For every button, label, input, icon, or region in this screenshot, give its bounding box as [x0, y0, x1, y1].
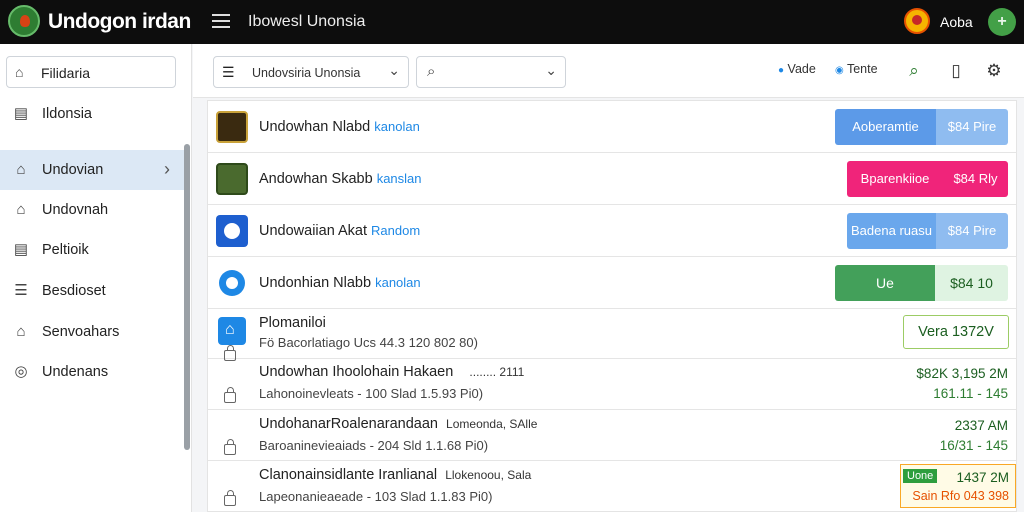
row-title: Undonhian Nlabb kanolan	[259, 275, 421, 291]
sidebar-item-undenans[interactable]: ◎ Undenans	[0, 352, 186, 392]
search-icon: ⌕	[427, 63, 436, 80]
row-subtitle: Lahonoinevleats - 100 Slad 1.5.93 Pi0)	[259, 386, 484, 401]
row-title: Undowhan Ihoolohain Hakaen ........ 2111	[259, 364, 525, 380]
chevron-right-icon: ›	[164, 159, 170, 179]
amount: 1437 2M	[956, 470, 1009, 485]
page-title: Ibowesl Unonsia	[248, 13, 366, 30]
sidebar-item-label: Peltioik	[42, 242, 89, 258]
hamburger-menu-icon[interactable]	[212, 14, 230, 28]
list-item[interactable]: Andowhan Skabb kanslan Bparenkiioe $84 R…	[208, 153, 1016, 205]
sidebar-item-undovnah[interactable]: ⌂ Undovnah	[0, 190, 186, 230]
lock-icon	[224, 490, 236, 506]
row-subtitle: Fö Bacorlatiago Ucs 44.3 120 802 80)	[259, 335, 478, 350]
sidebar-item-label: Ildonsia	[42, 106, 92, 122]
app-logo	[8, 5, 40, 37]
sidebar-search-value: Filidaria	[41, 65, 91, 81]
sidebar-scrollbar[interactable]	[184, 144, 190, 450]
view-select-value: Undovsiria Unonsia	[252, 66, 361, 80]
filter-vade-button[interactable]: ● Vade	[778, 62, 816, 76]
sidebar-item-label: Senvoahars	[42, 324, 120, 340]
bookmark-icon[interactable]: ▯	[945, 60, 967, 82]
sidebar-item-besdioset[interactable]: ☰ Besdioset	[0, 271, 186, 311]
home-icon: ⌂	[15, 64, 24, 80]
calendar-icon: ▤	[13, 105, 29, 122]
app-thumbnail	[216, 267, 248, 299]
row-subtitle: Lapeonanieaeade - 103 Slad 1.1.83 Pi0)	[259, 489, 493, 504]
dot-icon: ●	[778, 65, 785, 76]
filter-toolbar: ☰ Undovsiria Unonsia ⌄ ⌕ ⌄ ● Vade ◉ Tent…	[193, 44, 1024, 98]
lock-icon	[224, 387, 236, 403]
dot-icon: ◉	[835, 65, 844, 76]
app-thumbnail	[216, 215, 248, 247]
filter-tente-button[interactable]: ◉ Tente	[835, 62, 878, 76]
view-select[interactable]: ☰ Undovsiria Unonsia ⌄	[213, 56, 409, 88]
sidebar-item-peltioik[interactable]: ▤ Peltioik	[0, 230, 186, 270]
list-icon: ☰	[222, 64, 235, 80]
chevron-down-icon: ⌄	[545, 62, 557, 78]
home-icon: ⌂	[16, 323, 26, 340]
amount-secondary: 161.11 - 145	[933, 386, 1008, 401]
sidebar-item-label: Besdioset	[42, 283, 106, 299]
app-title: Undogon irdan	[48, 10, 191, 33]
app-icon-center	[226, 277, 238, 289]
list-item[interactable]: ⌂ Plomaniloi Fö Bacorlatiago Ucs 44.3 12…	[208, 309, 1016, 361]
price-button[interactable]: Ue $84 10	[835, 265, 1008, 301]
list-icon: ☰	[14, 282, 28, 299]
price-button[interactable]: Aoberamtie $84 Pire	[835, 109, 1008, 145]
top-app-bar: Undogon irdan Ibowesl Unonsia Aoba +	[0, 0, 1024, 44]
sidebar-search-input[interactable]: ⌂ Filidaria	[6, 56, 176, 88]
add-icon[interactable]: +	[988, 8, 1016, 36]
sidebar-item-ildonsia[interactable]: ▤ Ildonsia	[0, 94, 186, 134]
list-item[interactable]: Undowhan Nlabd kanolan Aoberamtie $84 Pi…	[208, 101, 1016, 153]
calendar-icon: ▤	[13, 241, 29, 258]
settings-icon: ◎	[14, 363, 28, 380]
amount: 2337 AM	[954, 418, 1008, 433]
row-title: Plomaniloi	[259, 315, 326, 331]
list-item[interactable]: Undonhian Nlabb kanolan Ue $84 10	[208, 257, 1016, 309]
transaction-row[interactable]: UndohanarRoalenarandaan Lomeonda, SAlle …	[208, 410, 1016, 461]
list-item[interactable]: Undowaiian Akat Random Badena ruasu $84 …	[208, 205, 1016, 257]
sidebar: ⌂ Filidaria ▤ Ildonsia ⌂ Undovian › ⌂ Un…	[0, 44, 192, 512]
app-thumbnail	[216, 163, 248, 195]
row-title: Clanonainsidlante Iranlianal Llokenoou, …	[259, 467, 532, 483]
app-thumbnail: ⌂	[218, 317, 246, 345]
sidebar-item-label: Undovian	[42, 162, 104, 178]
amount: $82K 3,195 2M	[916, 366, 1008, 381]
sidebar-item-label: Undovnah	[42, 202, 109, 218]
sidebar-item-label: Undenans	[42, 364, 109, 380]
item-list: Undowhan Nlabd kanolan Aoberamtie $84 Pi…	[207, 100, 1017, 512]
price-button[interactable]: Badena ruasu $84 Pire	[847, 213, 1008, 249]
search-icon[interactable]: ⌕	[903, 60, 925, 82]
row-subtitle: Baroaninevieaiads - 204 Sld 1.1.68 Pi0)	[259, 438, 489, 453]
shield-icon	[224, 223, 240, 239]
app-thumbnail	[216, 111, 248, 143]
status-badge: Uone	[903, 469, 938, 483]
search-input[interactable]: ⌕ ⌄	[416, 56, 566, 88]
home-icon: ⌂	[225, 321, 235, 338]
sidebar-item-undovian[interactable]: ⌂ Undovian ›	[0, 150, 186, 190]
highlight-box: Uone 1437 2M Sain Rfo 043 398	[900, 464, 1016, 508]
row-title: Undowhan Nlabd kanolan	[259, 119, 420, 135]
transaction-row[interactable]: Undowhan Ihoolohain Hakaen ........ 2111…	[208, 359, 1016, 410]
transaction-row[interactable]: Clanonainsidlante Iranlianal Llokenoou, …	[208, 461, 1016, 512]
home-icon: ⌂	[16, 201, 26, 218]
user-name[interactable]: Aoba	[940, 14, 973, 30]
filter-tente-label: Tente	[846, 62, 878, 76]
home-icon: ⌂	[16, 161, 26, 178]
amount-secondary: Sain Rfo 043 398	[912, 489, 1009, 503]
chevron-down-icon: ⌄	[388, 62, 400, 78]
version-button[interactable]: Vera 1372V	[903, 315, 1009, 349]
row-title: UndohanarRoalenarandaan Lomeonda, SAlle	[259, 416, 538, 432]
price-button[interactable]: Bparenkiioe $84 Rly	[847, 161, 1008, 197]
row-title: Andowhan Skabb kanslan	[259, 171, 422, 187]
user-avatar[interactable]	[904, 8, 930, 34]
amount-secondary: 16/31 - 145	[939, 438, 1008, 453]
lock-icon	[224, 439, 236, 455]
row-title: Undowaiian Akat Random	[259, 223, 421, 239]
settings-icon[interactable]: ⚙	[983, 60, 1005, 82]
filter-vade-label: Vade	[787, 62, 816, 76]
sidebar-item-senvoahars[interactable]: ⌂ Senvoahars	[0, 312, 186, 352]
